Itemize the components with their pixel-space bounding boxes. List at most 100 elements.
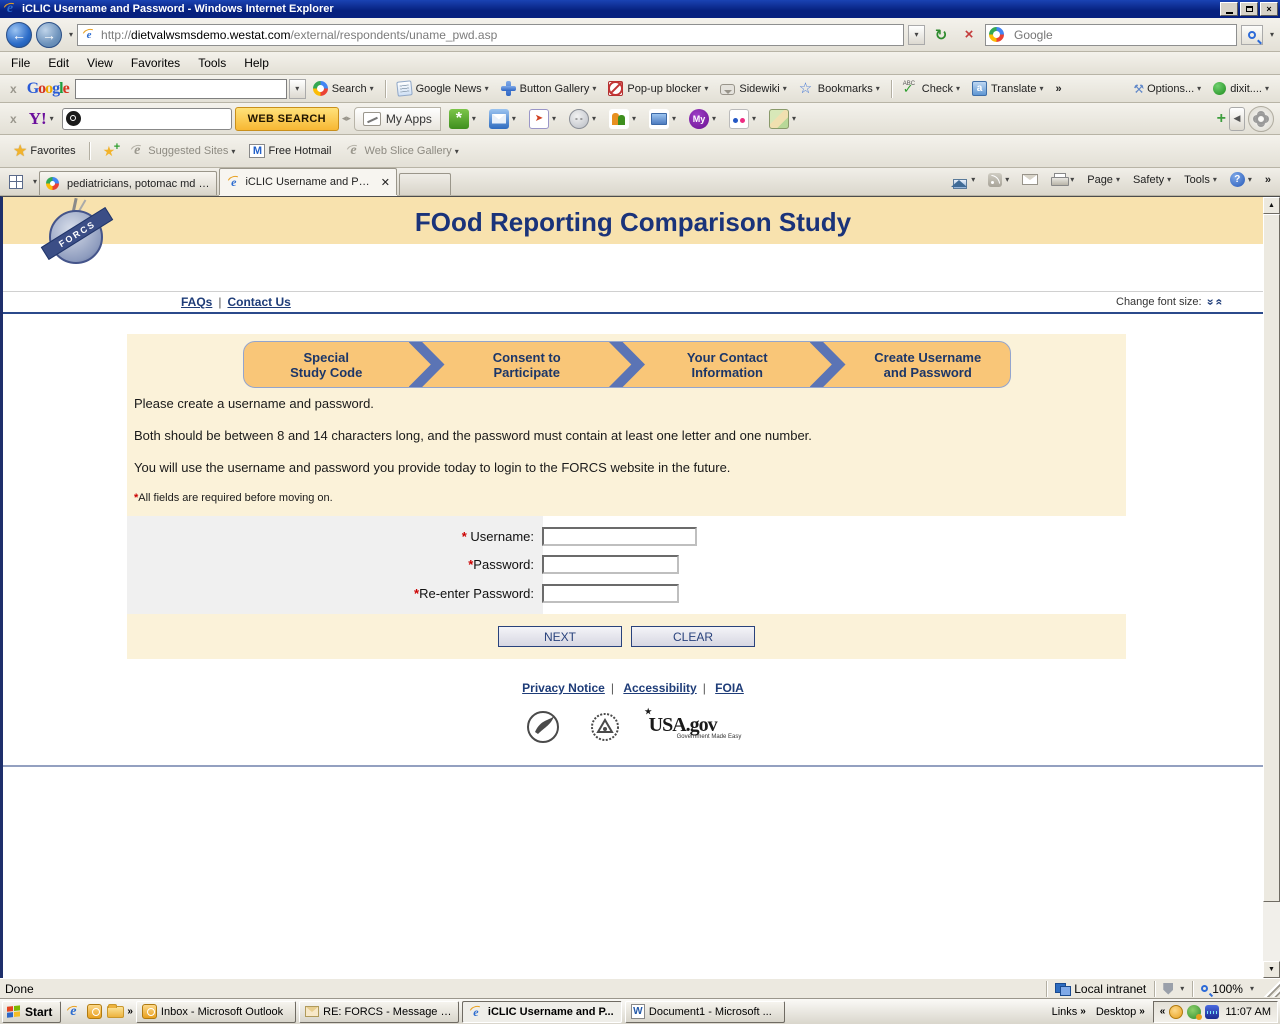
faqs-link[interactable]: FAQs	[181, 295, 212, 309]
search-go-button[interactable]	[1241, 25, 1263, 45]
read-mail-button[interactable]	[1017, 172, 1043, 187]
popup-blocker-button[interactable]: Pop-up blocker▾	[603, 79, 713, 98]
google-toolbar-overflow[interactable]: »	[1050, 81, 1066, 97]
free-hotmail-button[interactable]: M Free Hotmail	[244, 142, 336, 160]
start-button[interactable]: Start	[2, 1001, 61, 1023]
vertical-scrollbar[interactable]: ▲ ▼	[1263, 197, 1280, 978]
resize-grip[interactable]	[1264, 981, 1280, 997]
print-button[interactable]: ▾	[1046, 171, 1079, 188]
quicklaunch-ie[interactable]: e	[64, 1003, 82, 1021]
scroll-down-button[interactable]: ▼	[1263, 961, 1280, 978]
accessibility-link[interactable]: Accessibility	[623, 681, 696, 695]
suggested-sites-button[interactable]: e Suggested Sites▾	[124, 141, 240, 161]
menu-edit[interactable]: Edit	[39, 53, 78, 73]
foia-link[interactable]: FOIA	[715, 681, 744, 695]
yahoo-app-contacts[interactable]: ▾	[604, 107, 641, 131]
google-toolbar-close[interactable]: x	[6, 82, 21, 96]
google-account-button[interactable]: dixit....▾	[1208, 80, 1274, 97]
bookmarks-button[interactable]: ☆Bookmarks▾	[794, 79, 885, 98]
yahoo-settings-button[interactable]	[1248, 106, 1274, 132]
web-search-button[interactable]: WEB SEARCH	[235, 107, 339, 131]
safety-menu-button[interactable]: Safety▾	[1128, 172, 1176, 188]
yahoo-app-my[interactable]: My▾	[684, 107, 721, 131]
google-search-input[interactable]	[76, 80, 286, 98]
collapse-toolbar-button[interactable]: ◀	[1229, 107, 1245, 131]
yahoo-app-mail[interactable]: ▾	[484, 107, 521, 131]
yahoo-app-share[interactable]: ▾	[524, 107, 561, 131]
spellcheck-button[interactable]: ✓Check▾	[898, 79, 965, 98]
font-larger-icon[interactable]: «	[1213, 299, 1227, 306]
google-news-button[interactable]: Google News▾	[392, 79, 494, 98]
next-button[interactable]: NEXT	[498, 626, 622, 647]
tab-pediatricians[interactable]: pediatricians, potomac md - ...	[39, 171, 217, 195]
tray-audio-icon[interactable]	[1205, 1005, 1219, 1019]
add-app-button[interactable]: +	[1217, 110, 1226, 128]
quicklaunch-overflow-icon[interactable]: »	[127, 1006, 133, 1017]
yahoo-search-field[interactable]	[62, 108, 232, 130]
zoom-control[interactable]: 100%▾	[1192, 981, 1262, 997]
reenter-password-input[interactable]	[542, 584, 679, 603]
minimize-button[interactable]	[1220, 2, 1238, 16]
close-tab-icon[interactable]: ✕	[381, 176, 390, 189]
feeds-button[interactable]: ▾	[983, 171, 1014, 189]
search-box[interactable]	[985, 24, 1237, 46]
google-search-field[interactable]	[75, 79, 287, 99]
refresh-button[interactable]: ↻	[929, 23, 953, 47]
yahoo-app-maps[interactable]: ▾	[764, 107, 801, 131]
command-bar-overflow[interactable]: »	[1260, 172, 1276, 188]
google-search-button[interactable]: Search▾	[308, 79, 379, 98]
quicklaunch-outlook[interactable]	[85, 1003, 103, 1021]
help-button[interactable]: ?▾	[1225, 170, 1257, 189]
protected-mode-button[interactable]: ▾	[1154, 981, 1192, 997]
tray-antivirus-icon[interactable]	[1187, 1005, 1201, 1019]
google-search-dropdown[interactable]: ▾	[289, 79, 306, 99]
close-button[interactable]: ×	[1260, 2, 1278, 16]
address-dropdown-button[interactable]: ▾	[908, 25, 925, 45]
tray-outlook-icon[interactable]	[1169, 1005, 1183, 1019]
quick-tabs-button[interactable]	[4, 173, 28, 191]
page-menu-button[interactable]: Page▾	[1082, 172, 1125, 188]
web-slice-gallery-button[interactable]: e Web Slice Gallery▾	[340, 141, 463, 161]
yahoo-logo-button[interactable]: Y!▾	[24, 107, 59, 131]
menu-tools[interactable]: Tools	[189, 53, 235, 73]
home-button[interactable]: ▾	[947, 171, 980, 189]
tools-menu-button[interactable]: Tools▾	[1179, 172, 1222, 188]
task-word-document1[interactable]: WDocument1 - Microsoft ...	[625, 1001, 785, 1023]
quicklaunch-folder[interactable]	[106, 1003, 124, 1021]
recent-pages-dropdown-icon[interactable]: ▾	[69, 30, 73, 39]
forward-button[interactable]: →	[36, 22, 62, 48]
favorites-button[interactable]: ★ Favorites	[8, 139, 81, 163]
task-iclic-active[interactable]: eiCLIC Username and P...	[462, 1001, 622, 1023]
menu-help[interactable]: Help	[235, 53, 278, 73]
clear-button[interactable]: CLEAR	[631, 626, 755, 647]
yahoo-app-asterisk[interactable]: *▾	[444, 107, 481, 131]
google-options-button[interactable]: ⚒Options...▾	[1128, 80, 1206, 98]
yahoo-app-flickr[interactable]: ▾	[724, 107, 761, 131]
contact-us-link[interactable]: Contact Us	[227, 295, 290, 309]
button-gallery-button[interactable]: Button Gallery▾	[496, 79, 602, 98]
desktop-toolbar[interactable]: Desktop»	[1094, 1006, 1147, 1018]
scrollbar-thumb[interactable]	[1263, 214, 1280, 902]
tab-list-dropdown-icon[interactable]: ▾	[33, 177, 37, 186]
menu-file[interactable]: File	[2, 53, 39, 73]
translate-button[interactable]: aTranslate▾	[967, 79, 1048, 98]
task-inbox-outlook[interactable]: Inbox - Microsoft Outlook	[136, 1001, 296, 1023]
menu-view[interactable]: View	[78, 53, 122, 73]
privacy-notice-link[interactable]: Privacy Notice	[522, 681, 605, 695]
search-options-dropdown-icon[interactable]: ▾	[1270, 30, 1274, 39]
yahoo-toolbar-close[interactable]: x	[6, 112, 21, 126]
scroll-up-button[interactable]: ▲	[1263, 197, 1280, 214]
links-toolbar[interactable]: Links»	[1050, 1006, 1088, 1018]
back-button[interactable]: ←	[6, 22, 32, 48]
search-input[interactable]	[1012, 27, 1233, 43]
menu-favorites[interactable]: Favorites	[122, 53, 189, 73]
new-tab-stub[interactable]	[399, 173, 451, 195]
tab-iclic-active[interactable]: e iCLIC Username and Pas... ✕	[219, 168, 397, 195]
my-apps-button[interactable]: My Apps	[354, 107, 441, 131]
tray-expand-icon[interactable]: «	[1160, 1006, 1166, 1017]
restore-button[interactable]	[1240, 2, 1258, 16]
sidewiki-button[interactable]: Sidewiki▾	[715, 80, 791, 97]
password-input[interactable]	[542, 555, 679, 574]
yahoo-app-messenger[interactable]: ▾	[564, 107, 601, 131]
stop-button[interactable]: ×	[957, 23, 981, 47]
